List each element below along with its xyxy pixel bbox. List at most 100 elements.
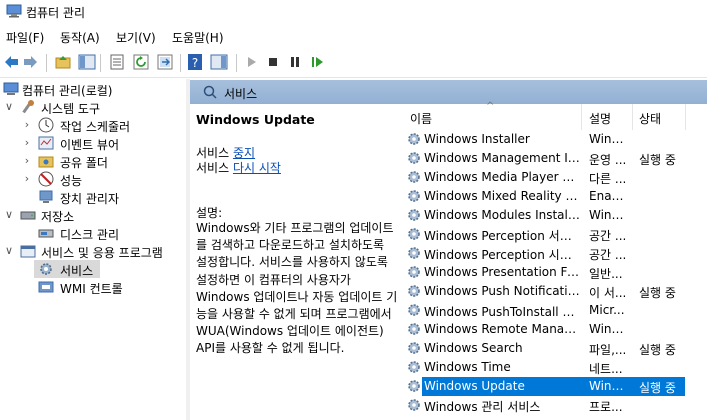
- expand-icon[interactable]: ›: [21, 136, 33, 150]
- table-row[interactable]: Windows Media Player Net... 다른 ...: [396, 168, 707, 187]
- table-row[interactable]: Windows Time 네트...: [396, 358, 707, 377]
- table-row[interactable]: Windows Push Notification... 이 서... 실행 중: [396, 282, 707, 301]
- stop-service-icon[interactable]: [264, 53, 282, 71]
- gear-icon: [408, 380, 420, 392]
- service-name-cell: Windows PushToInstall 서...: [424, 305, 580, 319]
- tree-item-storage[interactable]: ∨ 저장소: [0, 206, 186, 224]
- column-header-name[interactable]: 이름: [410, 110, 432, 127]
- services-header-label: 서비스: [224, 87, 258, 101]
- gear-icon: [40, 263, 52, 275]
- list-header: ^ 이름 설명 상태: [396, 101, 707, 130]
- clock-icon: [38, 117, 54, 133]
- forward-icon[interactable]: [22, 53, 40, 71]
- service-name-cell: Windows Modules Installer: [424, 208, 580, 222]
- service-description-cell: Wind...: [589, 132, 629, 146]
- service-description-cell: 운영 ...: [589, 153, 627, 167]
- refresh-icon[interactable]: [132, 53, 150, 71]
- tree-item-event-viewer[interactable]: › 이벤트 뷰어: [0, 134, 186, 152]
- table-row[interactable]: Windows Installer Wind...: [396, 130, 707, 149]
- tree-item-label: 시스템 도구: [41, 102, 101, 116]
- table-row[interactable]: Windows Search 파일,... 실행 중: [396, 339, 707, 358]
- system-tools-icon: [22, 100, 34, 114]
- table-row[interactable]: Windows Remote Manage... WinR...: [396, 320, 707, 339]
- service-description-cell: 이 서...: [589, 286, 627, 300]
- column-header-description[interactable]: 설명: [589, 110, 611, 127]
- menu-action[interactable]: 동작(A): [60, 29, 100, 46]
- toolbar-separator: [180, 54, 181, 72]
- service-name-cell: Windows Search: [424, 341, 523, 355]
- expand-icon[interactable]: ›: [21, 154, 33, 168]
- table-row[interactable]: Windows Presentation Fou... 일반...: [396, 263, 707, 282]
- service-title: Windows Update: [196, 112, 315, 127]
- gear-icon: [408, 285, 420, 297]
- column-divider[interactable]: [581, 104, 582, 130]
- menu-help[interactable]: 도움말(H): [172, 29, 224, 46]
- action-prefix: 서비스: [196, 161, 230, 175]
- performance-icon: [38, 171, 54, 187]
- expand-icon[interactable]: ›: [21, 172, 33, 186]
- restart-service-icon[interactable]: [308, 53, 326, 71]
- back-icon[interactable]: [2, 53, 20, 71]
- tree-item-task-scheduler[interactable]: › 작업 스케줄러: [0, 116, 186, 134]
- collapse-icon[interactable]: ∨: [3, 100, 15, 114]
- collapse-icon[interactable]: ∨: [3, 244, 15, 258]
- tree-item-shared-folders[interactable]: › 공유 폴더: [0, 152, 186, 170]
- svg-text:?: ?: [192, 56, 198, 70]
- service-description-cell: 다른 ...: [589, 172, 627, 186]
- service-name-cell: Windows 관리 서비스: [424, 400, 541, 414]
- gear-icon: [408, 228, 420, 240]
- column-divider[interactable]: [632, 104, 633, 130]
- table-row[interactable]: Windows Perception 시뮬... 공간 ...: [396, 244, 707, 263]
- help-icon[interactable]: ?: [186, 53, 204, 71]
- service-description-cell: 일반...: [589, 267, 623, 281]
- description-title: 설명:: [196, 206, 223, 220]
- table-row[interactable]: Windows Mixed Reality Op... Enab...: [396, 187, 707, 206]
- tree-item-wmi-control[interactable]: WMI 컨트롤: [0, 278, 186, 296]
- event-viewer-icon: [38, 136, 54, 150]
- gear-icon: [408, 304, 420, 316]
- tree-item-computer-management[interactable]: 컴퓨터 관리(로컬): [0, 80, 186, 98]
- tree-item-label: 저장소: [41, 210, 75, 224]
- table-row[interactable]: Windows 관리 서비스 프로...: [396, 396, 707, 415]
- disk-management-icon: [38, 229, 54, 238]
- service-name-cell: Windows Perception 시뮬...: [424, 248, 580, 262]
- services-list: ^ 이름 설명 상태 Windows Installer Wind... Windo…: [396, 101, 707, 420]
- stop-service-link[interactable]: 중지: [233, 146, 255, 160]
- start-service-icon[interactable]: [242, 53, 260, 71]
- export-list-icon[interactable]: [156, 53, 174, 71]
- table-row[interactable]: Windows Management Inst... 운영 ... 실행 중: [396, 149, 707, 168]
- computer-management-icon: [6, 4, 22, 18]
- service-description-cell: 파일,...: [589, 343, 627, 357]
- tree-item-label: 작업 스케줄러: [60, 120, 131, 134]
- services-applications-icon: [20, 245, 36, 258]
- up-folder-icon[interactable]: [54, 53, 72, 71]
- tree-item-disk-management[interactable]: 디스크 관리: [0, 224, 186, 242]
- tree-item-label: 장치 관리자: [60, 192, 120, 206]
- table-row[interactable]: Windows Update Wind... 실행 중: [396, 377, 707, 396]
- tree-item-performance[interactable]: › 성능: [0, 170, 186, 188]
- tree-item-services-and-applications[interactable]: ∨ 서비스 및 응용 프로그램: [0, 242, 186, 260]
- column-divider[interactable]: [685, 104, 686, 130]
- column-header-status[interactable]: 상태: [639, 110, 661, 127]
- tree-item-device-manager[interactable]: 장치 관리자: [0, 188, 186, 206]
- tree-item-system-tools[interactable]: ∨ 시스템 도구: [0, 98, 186, 116]
- properties-icon[interactable]: [108, 53, 126, 71]
- show-action-pane-icon[interactable]: [210, 53, 228, 71]
- table-row[interactable]: Windows Modules Installer Wind...: [396, 206, 707, 225]
- expand-icon[interactable]: ›: [21, 118, 33, 132]
- pause-service-icon[interactable]: [286, 53, 304, 71]
- show-hide-tree-icon[interactable]: [78, 53, 96, 71]
- service-description-cell: 공간 ...: [589, 229, 627, 243]
- restart-service-link[interactable]: 다시 시작: [233, 161, 281, 175]
- menu-view[interactable]: 보기(V): [116, 29, 156, 46]
- table-row[interactable]: Windows Perception 서비스 공간 ...: [396, 225, 707, 244]
- menu-file[interactable]: 파일(F): [6, 29, 44, 46]
- tree-item-label: 이벤트 뷰어: [60, 138, 120, 152]
- collapse-icon[interactable]: ∨: [3, 208, 15, 222]
- gear-icon: [408, 152, 420, 164]
- service-description: Windows와 기타 프로그램의 업데이트를 검색하고 다운로드하고 설치하도…: [196, 221, 398, 356]
- table-row[interactable]: Windows PushToInstall 서... Micr...: [396, 301, 707, 320]
- service-name-cell: Windows Media Player Net...: [424, 170, 580, 184]
- tree-item-services[interactable]: 서비스: [34, 260, 100, 278]
- service-description-cell: Enab...: [589, 189, 629, 203]
